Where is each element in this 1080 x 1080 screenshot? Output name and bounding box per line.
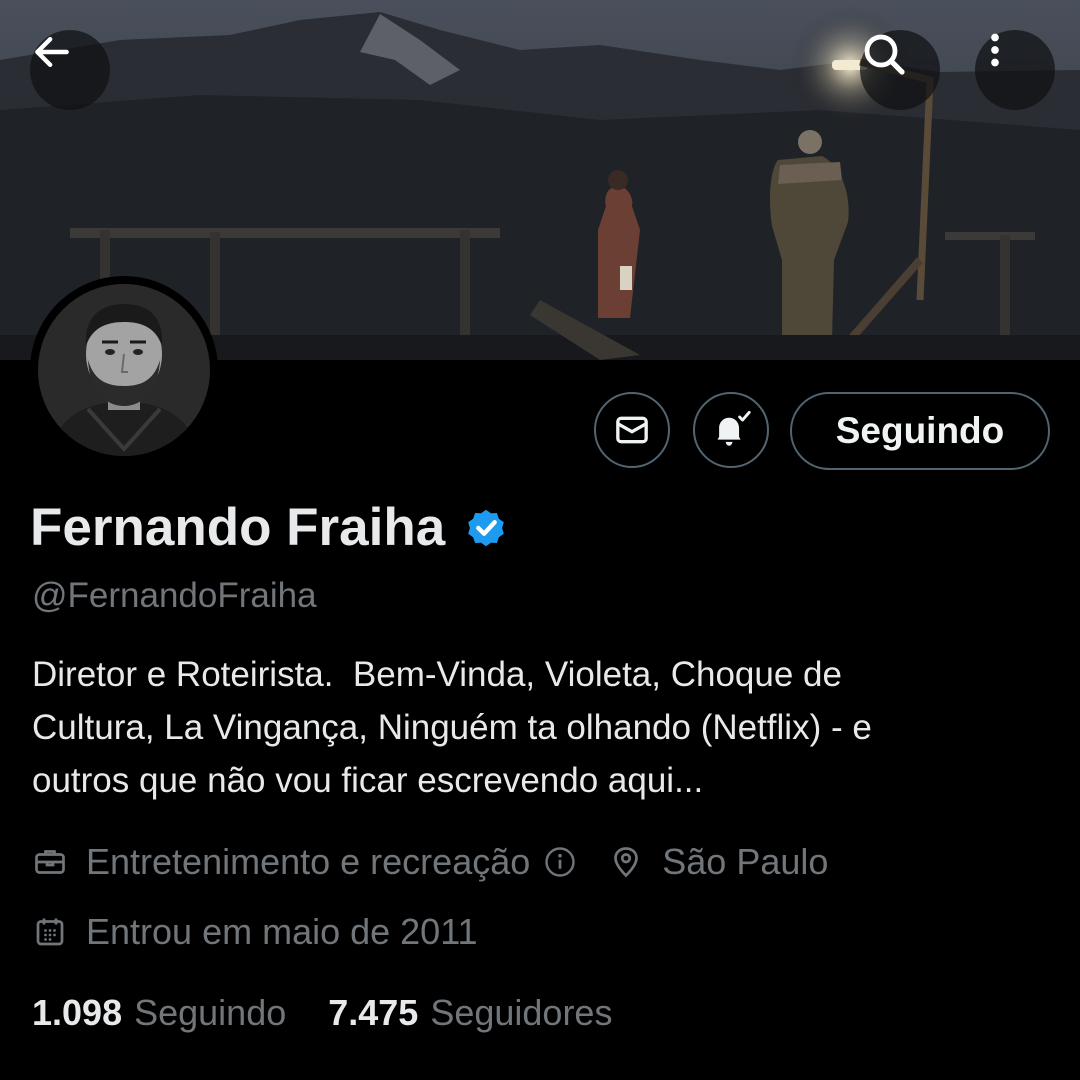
display-name: Fernando Fraiha bbox=[30, 496, 509, 560]
follow-stats: 1.098 Seguindo 7.475 Seguidores bbox=[32, 990, 612, 1036]
followers-stat[interactable]: 7.475 Seguidores bbox=[328, 990, 612, 1036]
more-vertical-icon bbox=[991, 33, 999, 67]
arrow-left-icon bbox=[35, 36, 69, 68]
bell-check-icon bbox=[717, 410, 751, 446]
following-count: 1.098 bbox=[32, 992, 123, 1033]
profile-category: Entretenimento e recreação bbox=[86, 841, 531, 882]
user-handle: @FernandoFraiha bbox=[32, 576, 317, 615]
followers-count: 7.475 bbox=[328, 992, 419, 1033]
info-icon[interactable] bbox=[542, 844, 578, 880]
avatar[interactable] bbox=[30, 276, 218, 464]
verified-badge-icon[interactable] bbox=[463, 505, 509, 551]
followers-label: Seguidores bbox=[430, 992, 613, 1033]
search-icon bbox=[864, 34, 905, 75]
display-name-text: Fernando Fraiha bbox=[30, 498, 446, 557]
calendar-icon bbox=[32, 914, 68, 950]
profile-meta-row: Entretenimento e recreação São Paulo bbox=[32, 840, 828, 884]
location-pin-icon bbox=[608, 844, 644, 880]
envelope-icon bbox=[616, 416, 648, 444]
profile-joined-date: Entrou em maio de 2011 bbox=[86, 911, 478, 952]
following-button[interactable]: Seguindo bbox=[790, 392, 1050, 470]
more-options-button[interactable] bbox=[975, 30, 1055, 110]
profile-joined-row: Entrou em maio de 2011 bbox=[32, 910, 478, 954]
back-button[interactable] bbox=[30, 30, 110, 110]
search-button[interactable] bbox=[860, 30, 940, 110]
profile-bio: Diretor e Roteirista. Bem-Vinda, Violeta… bbox=[32, 655, 872, 800]
briefcase-icon bbox=[32, 844, 68, 880]
message-button[interactable] bbox=[594, 392, 670, 468]
following-label: Seguindo bbox=[134, 992, 287, 1033]
notifications-button[interactable] bbox=[693, 392, 769, 468]
avatar-image bbox=[38, 284, 210, 456]
following-stat[interactable]: 1.098 Seguindo bbox=[32, 990, 286, 1036]
profile-location: São Paulo bbox=[662, 841, 829, 882]
